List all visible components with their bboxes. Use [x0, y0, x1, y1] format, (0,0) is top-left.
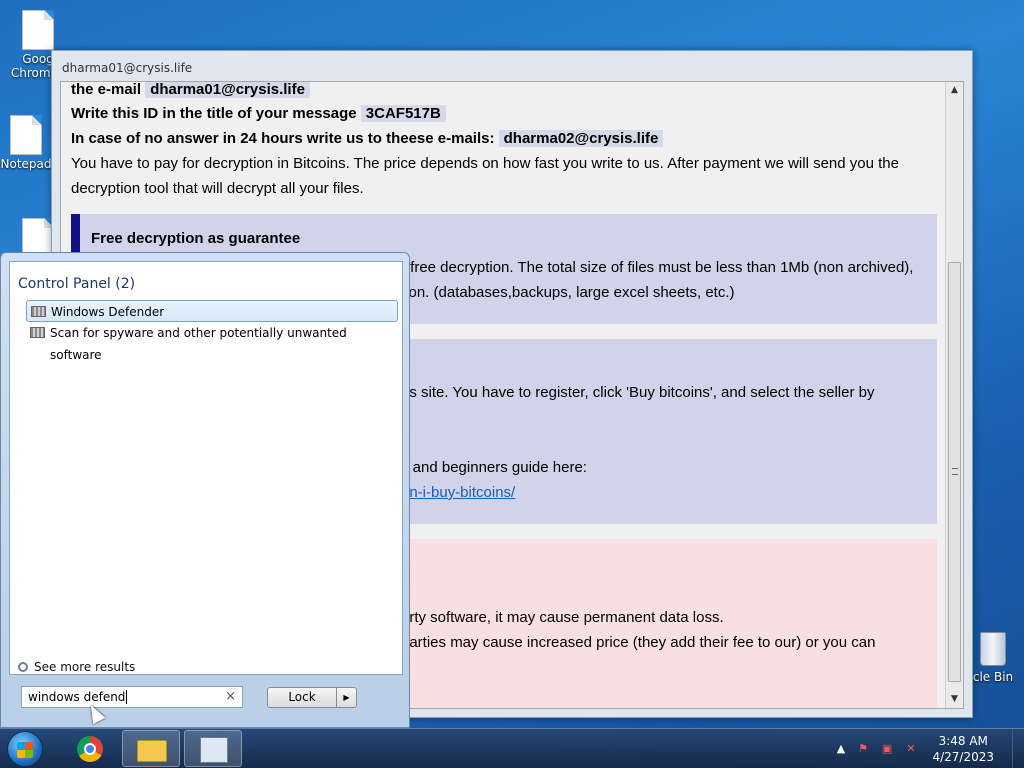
bitcoin-text: ns site. You have to register, click 'Bu… — [401, 384, 875, 401]
scroll-up-icon[interactable]: ▲ — [946, 82, 963, 99]
chrome-icon — [77, 736, 103, 762]
grip-icon — [952, 468, 958, 475]
application-icon — [200, 737, 228, 763]
email-line: the e-mail dharma01@crysis.life — [71, 82, 310, 102]
search-icon — [18, 662, 28, 672]
bitcoin-text: s and beginners guide here: — [401, 459, 587, 476]
taskbar-explorer[interactable] — [122, 730, 180, 767]
guarantee-text: tion. (databases,backups, large excel sh… — [401, 284, 735, 301]
scroll-thumb[interactable] — [948, 262, 961, 682]
backup-email-line: In case of no answer in 24 hours write u… — [71, 126, 664, 151]
backup-email[interactable]: dharma02@crysis.life — [498, 130, 664, 147]
clear-search-icon[interactable]: × — [225, 687, 236, 707]
taskbar: ▲ ⚑ ▣ ✕ 3:48 AM 4/27/2023 — [0, 728, 1024, 768]
desktop-icon-label: Notepad — [0, 157, 52, 171]
recycle-bin-icon — [980, 632, 1006, 666]
guarantee-title: Free decryption as guarantee — [91, 230, 301, 247]
results-category-heading[interactable]: Control Panel (2) — [18, 276, 135, 292]
taskbar-chrome[interactable] — [60, 730, 118, 767]
result-label: Windows Defender — [51, 305, 165, 319]
control-panel-icon — [30, 327, 45, 338]
payment-text: decryption tool that will decrypt all yo… — [71, 180, 364, 197]
result-windows-defender[interactable]: Windows Defender — [26, 300, 398, 322]
file-icon — [22, 10, 54, 50]
contact-email[interactable]: dharma01@crysis.life — [145, 82, 310, 98]
guarantee-text: r free decryption. The total size of fil… — [401, 259, 914, 276]
volume-muted-icon[interactable]: ✕ — [904, 742, 918, 756]
start-search-input[interactable]: windows defend × — [21, 686, 243, 708]
result-label: Scan for spyware and other potentially u… — [50, 326, 347, 362]
result-scan-spyware[interactable]: Scan for spyware and other potentially u… — [26, 322, 398, 362]
warning-text: parties may cause increased price (they … — [401, 634, 876, 651]
window-title: dharma01@crysis.life — [62, 61, 193, 75]
start-menu: Control Panel (2) Windows Defender Scan … — [0, 252, 410, 728]
payment-text: You have to pay for decryption in Bitcoi… — [71, 155, 899, 172]
vertical-scrollbar[interactable]: ▲ ▼ — [945, 82, 963, 708]
start-button[interactable] — [7, 731, 43, 767]
scroll-down-icon[interactable]: ▼ — [946, 691, 963, 708]
taskbar-app[interactable] — [184, 730, 242, 767]
show-hidden-icons-icon[interactable]: ▲ — [834, 742, 848, 756]
clock[interactable]: 3:48 AM 4/27/2023 — [932, 733, 994, 765]
bitcoin-guide-link[interactable]: an-i-buy-bitcoins/ — [401, 480, 515, 505]
see-more-results-link[interactable]: See more results — [18, 660, 135, 674]
warning-text: arty software, it may cause permanent da… — [401, 609, 724, 626]
clock-date: 4/27/2023 — [932, 750, 994, 764]
clock-time: 3:48 AM — [938, 734, 988, 748]
desktop-icon-notepad[interactable]: Notepad — [0, 115, 56, 171]
show-desktop-button[interactable] — [1012, 729, 1024, 768]
lock-button[interactable]: Lock ▶ — [267, 687, 357, 708]
control-panel-icon — [31, 306, 46, 317]
search-results-panel: Control Panel (2) Windows Defender Scan … — [9, 261, 403, 675]
network-icon[interactable]: ▣ — [880, 742, 894, 756]
folder-icon — [137, 740, 167, 762]
windows-logo-icon — [17, 742, 33, 758]
id-line: Write this ID in the title of your messa… — [71, 101, 446, 126]
action-center-icon[interactable]: ⚑ — [856, 742, 870, 756]
file-icon — [10, 115, 42, 155]
system-tray: ▲ ⚑ ▣ ✕ 3:48 AM 4/27/2023 — [834, 729, 1024, 768]
victim-id[interactable]: 3CAF517B — [360, 105, 446, 122]
power-options-arrow-icon[interactable]: ▶ — [336, 688, 356, 707]
